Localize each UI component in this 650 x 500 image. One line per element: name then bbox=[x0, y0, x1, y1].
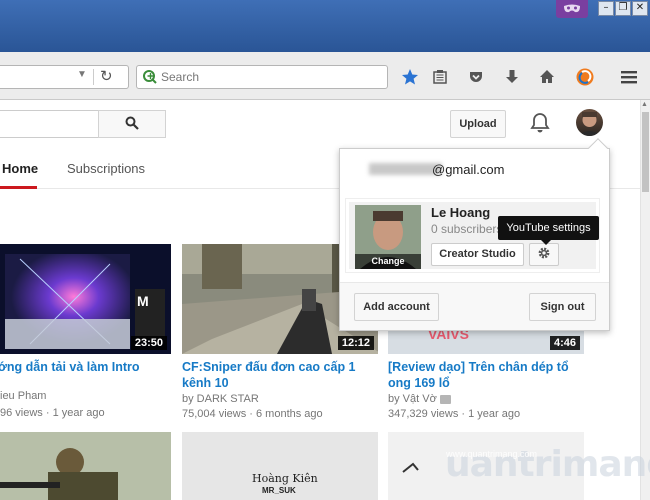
home-icon[interactable] bbox=[537, 67, 557, 87]
scrollbar-thumb[interactable] bbox=[642, 112, 649, 192]
reload-icon[interactable]: ↻ bbox=[100, 67, 113, 85]
scroll-up-arrow-icon[interactable]: ▲ bbox=[641, 101, 648, 108]
download-icon[interactable] bbox=[502, 67, 522, 87]
youtube-search-button[interactable] bbox=[98, 110, 166, 138]
svg-text:M: M bbox=[137, 293, 149, 309]
browser-toolbar: ▼ ↻ Search bbox=[0, 52, 650, 100]
url-bar-separator bbox=[93, 69, 94, 85]
popup-footer: Add account Sign out bbox=[340, 282, 609, 330]
private-browsing-mask-icon bbox=[556, 0, 588, 18]
video-thumbnail[interactable] bbox=[0, 432, 171, 500]
close-button[interactable]: ✕ bbox=[632, 1, 648, 16]
view-count: 96 views bbox=[0, 407, 43, 419]
history-dropdown-icon[interactable]: ▼ bbox=[77, 69, 87, 80]
video-title[interactable]: ớng dẫn tải và làm Intro bbox=[0, 360, 140, 375]
video-duration: 4:46 bbox=[549, 336, 580, 350]
add-account-button[interactable]: Add account bbox=[354, 293, 439, 321]
account-email: @gmail.com bbox=[432, 162, 505, 177]
sign-out-button[interactable]: Sign out bbox=[529, 293, 596, 321]
video-duration: 12:12 bbox=[337, 336, 374, 350]
video-title[interactable]: [Review dạo] Trên chân dép tổ bbox=[388, 360, 569, 375]
change-photo-label[interactable]: Change bbox=[355, 254, 421, 269]
notifications-bell-icon[interactable] bbox=[530, 112, 550, 137]
search-icon bbox=[125, 116, 139, 133]
reading-list-icon[interactable] bbox=[430, 67, 450, 87]
account-popup: @gmail.com Change Le Hoang 0 subscribers… bbox=[339, 138, 610, 331]
minimize-button[interactable]: – bbox=[598, 1, 614, 16]
thumbnail-caption-sub: MR_SUK bbox=[262, 486, 296, 495]
video-title-line2[interactable]: kênh 10 bbox=[182, 376, 229, 391]
video-channel[interactable]: by Vật Vờ bbox=[388, 392, 451, 407]
channel-name[interactable]: by Vật Vờ bbox=[388, 393, 437, 405]
video-title[interactable]: CF:Sniper đấu đơn cao cấp 1 bbox=[182, 360, 356, 375]
tab-subscriptions[interactable]: Subscriptions bbox=[67, 161, 145, 176]
video-channel[interactable]: by DARK STAR bbox=[182, 392, 259, 407]
creator-studio-button[interactable]: Creator Studio bbox=[431, 243, 524, 266]
window-titlebar bbox=[0, 0, 650, 52]
view-count: 75,004 views bbox=[182, 408, 247, 420]
video-channel[interactable]: ieu Pham bbox=[0, 389, 46, 404]
video-views: 75,004 views · 6 months ago bbox=[182, 408, 323, 420]
video-views: 347,329 views · 1 year ago bbox=[388, 408, 521, 420]
upload-age: 1 year ago bbox=[468, 408, 521, 420]
view-count: 347,329 views bbox=[388, 408, 459, 420]
settings-tooltip: YouTube settings bbox=[498, 216, 599, 240]
verified-badge-icon bbox=[439, 394, 451, 404]
upload-age: 1 year ago bbox=[52, 407, 105, 419]
active-tab-indicator bbox=[0, 186, 37, 189]
browser-search-box[interactable]: Search bbox=[136, 65, 388, 89]
youtube-header: Upload bbox=[0, 100, 640, 147]
upload-button[interactable]: Upload bbox=[450, 110, 506, 138]
upload-age: 6 months ago bbox=[256, 408, 323, 420]
profile-picture[interactable]: Change bbox=[355, 205, 421, 269]
search-placeholder: Search bbox=[161, 70, 200, 84]
channel-name: Le Hoang bbox=[431, 205, 491, 220]
tooltip-arrow bbox=[541, 240, 551, 245]
menu-icon[interactable] bbox=[619, 67, 639, 87]
video-thumbnail[interactable]: M 23:50 bbox=[0, 244, 171, 354]
sync-icon[interactable] bbox=[575, 67, 595, 87]
watermark-url: www.quantrimang.com bbox=[446, 449, 538, 459]
youtube-settings-button[interactable] bbox=[529, 243, 559, 266]
star-icon[interactable] bbox=[400, 67, 420, 87]
video-duration: 23:50 bbox=[130, 336, 167, 350]
gear-icon bbox=[537, 246, 551, 263]
youtube-search-input[interactable] bbox=[0, 110, 99, 138]
video-views: 96 views · 1 year ago bbox=[0, 407, 105, 419]
restore-button[interactable]: ❐ bbox=[615, 1, 631, 16]
video-title-line2[interactable]: ong 169 lổ bbox=[388, 376, 450, 391]
google-search-engine-icon[interactable] bbox=[142, 69, 158, 88]
url-bar[interactable]: ▼ ↻ bbox=[0, 65, 129, 89]
subscriber-count: 0 subscribers bbox=[431, 222, 503, 236]
tab-home[interactable]: Home bbox=[2, 161, 38, 176]
profile-card: Change Le Hoang 0 subscribers Creator St… bbox=[345, 198, 600, 273]
account-avatar[interactable] bbox=[576, 109, 603, 136]
video-thumbnail[interactable]: Hoàng Kiên MR_SUK bbox=[182, 432, 378, 500]
thumbnail-caption: Hoàng Kiên bbox=[252, 472, 318, 485]
pocket-icon[interactable] bbox=[466, 67, 486, 87]
